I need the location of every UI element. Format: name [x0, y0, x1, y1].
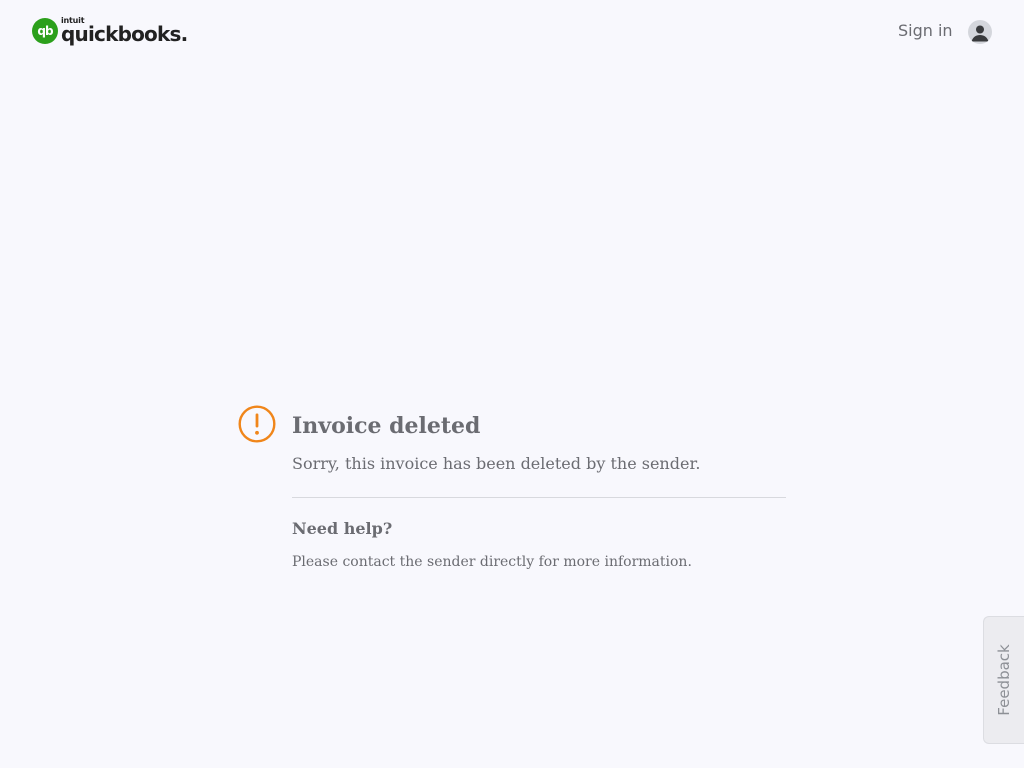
user-avatar-icon[interactable]: [968, 20, 992, 44]
deleted-message: Sorry, this invoice has been deleted by …: [292, 454, 701, 473]
logo-wordmark: quickbooks.: [61, 22, 189, 46]
exclamation-circle-icon: [238, 405, 276, 443]
page-title: Invoice deleted: [292, 413, 481, 439]
feedback-tab[interactable]: Feedback: [983, 616, 1024, 744]
page: qb intuit quickbooks. Sign in Invoice de…: [0, 0, 1024, 768]
divider: [292, 497, 786, 498]
logo-dot: .: [180, 22, 189, 46]
quickbooks-badge-icon: qb: [32, 18, 58, 44]
logo-text: intuit quickbooks.: [61, 17, 188, 47]
quickbooks-logo[interactable]: qb intuit quickbooks.: [32, 17, 188, 47]
logo-wordmark-text: quickbooks: [61, 22, 181, 46]
sign-in-link[interactable]: Sign in: [898, 21, 953, 41]
feedback-label: Feedback: [995, 644, 1013, 716]
top-bar: qb intuit quickbooks. Sign in: [0, 0, 1024, 64]
help-text: Please contact the sender directly for m…: [292, 554, 692, 570]
help-heading: Need help?: [292, 519, 393, 538]
